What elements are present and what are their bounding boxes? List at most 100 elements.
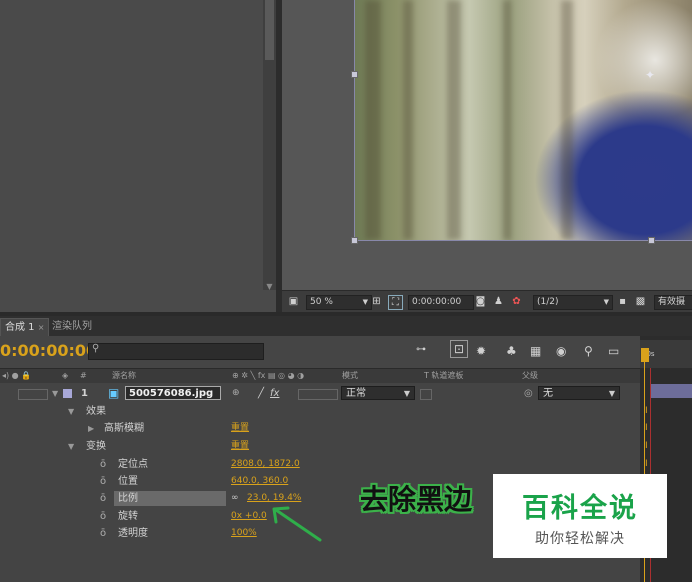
effects-row[interactable]: ▼ 效果	[0, 403, 640, 420]
transform-handle[interactable]	[351, 237, 358, 244]
pick-whip-icon[interactable]: ◎	[524, 385, 533, 402]
comp-mini-flowchart-icon[interactable]: ⊶	[416, 344, 426, 355]
keyframe-marker: I	[645, 423, 648, 433]
zoom-select[interactable]: 50 % ▼	[306, 295, 372, 310]
label-icon: ◈	[62, 371, 69, 380]
opacity-label: 透明度	[118, 528, 148, 539]
scale-label: 比例	[118, 493, 138, 504]
project-scrollbar-thumb[interactable]	[265, 0, 274, 60]
current-time-display[interactable]: 0:00:00:00	[408, 295, 474, 310]
transform-row[interactable]: ▼ 变换 重置	[0, 438, 640, 455]
annotation-text: 去除黑边	[360, 483, 473, 516]
monitor-icon[interactable]: ▣	[287, 295, 300, 308]
parent-select[interactable]: 无 ▼	[538, 386, 620, 400]
column-header: ◂) ● 🔒 ◈ # 源名称 ⊕ ✲ ╲ fx ▤ ◎ ◕ ◑ 模式 T 轨道遮…	[0, 368, 640, 384]
watermark-title: 百科全说	[522, 493, 638, 524]
viewer-toolbar: ▣ 50 % ▼ ⊞ ⛶ 0:00:00:00 ◙ ♟ ✿ (1/2) ▼ ▪ ▩ …	[282, 290, 692, 313]
timecode-display[interactable]: 0:00:00:00	[0, 341, 97, 360]
transform-reset-link[interactable]: 重置	[231, 438, 249, 455]
blend-mode-select[interactable]: 正常 ▼	[341, 386, 415, 400]
effects-label: 效果	[86, 406, 106, 417]
hide-shy-icon[interactable]: ♣	[506, 344, 517, 358]
frame-blending-icon[interactable]: ▦	[530, 344, 541, 358]
layer-row[interactable]: ▼ 1 ▣ 500576086.jpg ⊕ ╱ fx 正常 ▼ ◎ 无 ▼	[0, 385, 640, 402]
shy-switch-icon[interactable]: ⊕	[232, 385, 240, 402]
annotation-arrow	[272, 506, 322, 542]
layer-name[interactable]: 500576086.jpg	[125, 386, 221, 400]
layer-index: 1	[81, 388, 88, 399]
anchor-point-row[interactable]: ō 定位点 2808.0, 1872.0	[0, 456, 640, 473]
stopwatch-icon[interactable]: ō	[100, 490, 106, 507]
gaussian-blur-row[interactable]: ▶ 高斯模糊 重置	[0, 420, 640, 437]
color-channels-icon[interactable]: ✿	[510, 295, 523, 308]
person-icon[interactable]: ♟	[492, 295, 505, 308]
switch-boxes[interactable]	[298, 389, 338, 400]
keyframe-marker: I	[645, 406, 648, 416]
label-color-swatch[interactable]	[63, 389, 72, 398]
brainstorm-icon[interactable]: ▭	[608, 344, 619, 358]
stopwatch-icon[interactable]: ō	[100, 508, 106, 525]
effects-switch-icon[interactable]: fx	[270, 385, 279, 402]
keyframe-marker: I	[645, 441, 648, 451]
region-icon[interactable]: ▪	[616, 295, 629, 308]
transform-label: 变换	[86, 441, 106, 452]
composition-canvas[interactable]: ✦	[354, 0, 692, 241]
stopwatch-icon[interactable]: ō	[100, 473, 106, 490]
anchor-point-value[interactable]: 2808.0, 1872.0	[231, 456, 300, 473]
col-parent[interactable]: 父级	[522, 370, 538, 382]
live-update-icon[interactable]: ⊡	[450, 340, 468, 358]
safe-area-icon[interactable]: ⛶	[388, 295, 403, 310]
col-source-name[interactable]: 源名称	[112, 370, 136, 382]
switches-icons: ⊕ ✲ ╲ fx ▤ ◎ ◕ ◑	[232, 371, 305, 380]
tree-trunk	[365, 0, 381, 240]
close-icon[interactable]: ×	[38, 323, 45, 332]
expand-triangle-icon[interactable]: ▼	[68, 403, 74, 420]
image-file-icon: ▣	[108, 386, 120, 400]
col-mode[interactable]: 模式	[342, 370, 358, 382]
current-time-indicator[interactable]	[641, 348, 649, 362]
expand-triangle-icon[interactable]: ▼	[68, 438, 74, 455]
resolution-select[interactable]: (1/2) ▼	[533, 295, 613, 310]
search-input[interactable]	[88, 343, 264, 360]
col-num: #	[80, 371, 87, 380]
keyframe-marker: I	[645, 459, 648, 469]
anchor-point-icon[interactable]: ✦	[645, 68, 655, 82]
view-select[interactable]: 有效摄	[654, 295, 692, 310]
trkmat-box[interactable]	[420, 389, 432, 400]
search-icon: ⚲	[92, 343, 100, 354]
constrain-proportions-icon[interactable]: ∞	[231, 490, 239, 507]
project-panel	[0, 0, 276, 316]
opacity-value[interactable]: 100%	[231, 525, 257, 542]
motion-blur-icon[interactable]: ◉	[556, 344, 566, 358]
transparency-grid-icon[interactable]: ▩	[634, 295, 647, 308]
tree-trunk	[447, 0, 461, 240]
switch-boxes[interactable]	[18, 389, 48, 400]
layer-duration-bar[interactable]	[651, 384, 692, 398]
tab-render-queue[interactable]: 渲染队列	[48, 318, 96, 336]
camera-icon[interactable]: ◙	[474, 295, 487, 308]
collapse-triangle-icon[interactable]: ▶	[88, 420, 94, 437]
blur-reset-link[interactable]: 重置	[231, 420, 249, 437]
graph-editor-icon[interactable]: ⚲	[584, 344, 593, 358]
stopwatch-icon[interactable]: ō	[100, 525, 106, 542]
tree-trunk	[561, 0, 573, 240]
timeline-tabs: 合成 1 × 渲染队列	[0, 316, 692, 337]
draft-3d-icon[interactable]: ✹	[476, 344, 486, 358]
scroll-down-icon[interactable]: ▼	[265, 282, 274, 291]
gaussian-blur-label: 高斯模糊	[104, 423, 144, 434]
watermark-subtitle: 助你轻松解决	[535, 531, 625, 547]
stopwatch-icon[interactable]: ō	[100, 456, 106, 473]
grid-icon[interactable]: ⊞	[370, 295, 383, 308]
transform-handle[interactable]	[351, 71, 358, 78]
position-value[interactable]: 640.0, 360.0	[231, 473, 288, 490]
audio-video-icons: ◂) ● 🔒	[2, 371, 32, 380]
col-trkmat[interactable]: T 轨道遮板	[424, 370, 463, 382]
tree-trunk	[503, 0, 511, 240]
tree-trunk	[403, 0, 413, 240]
position-label: 位置	[118, 476, 138, 487]
expand-triangle-icon[interactable]: ▼	[52, 385, 58, 402]
tab-composition[interactable]: 合成 1 ×	[0, 318, 50, 337]
rotation-label: 旋转	[118, 511, 138, 522]
quality-switch-icon[interactable]: ╱	[258, 385, 264, 402]
transform-handle[interactable]	[648, 237, 655, 244]
